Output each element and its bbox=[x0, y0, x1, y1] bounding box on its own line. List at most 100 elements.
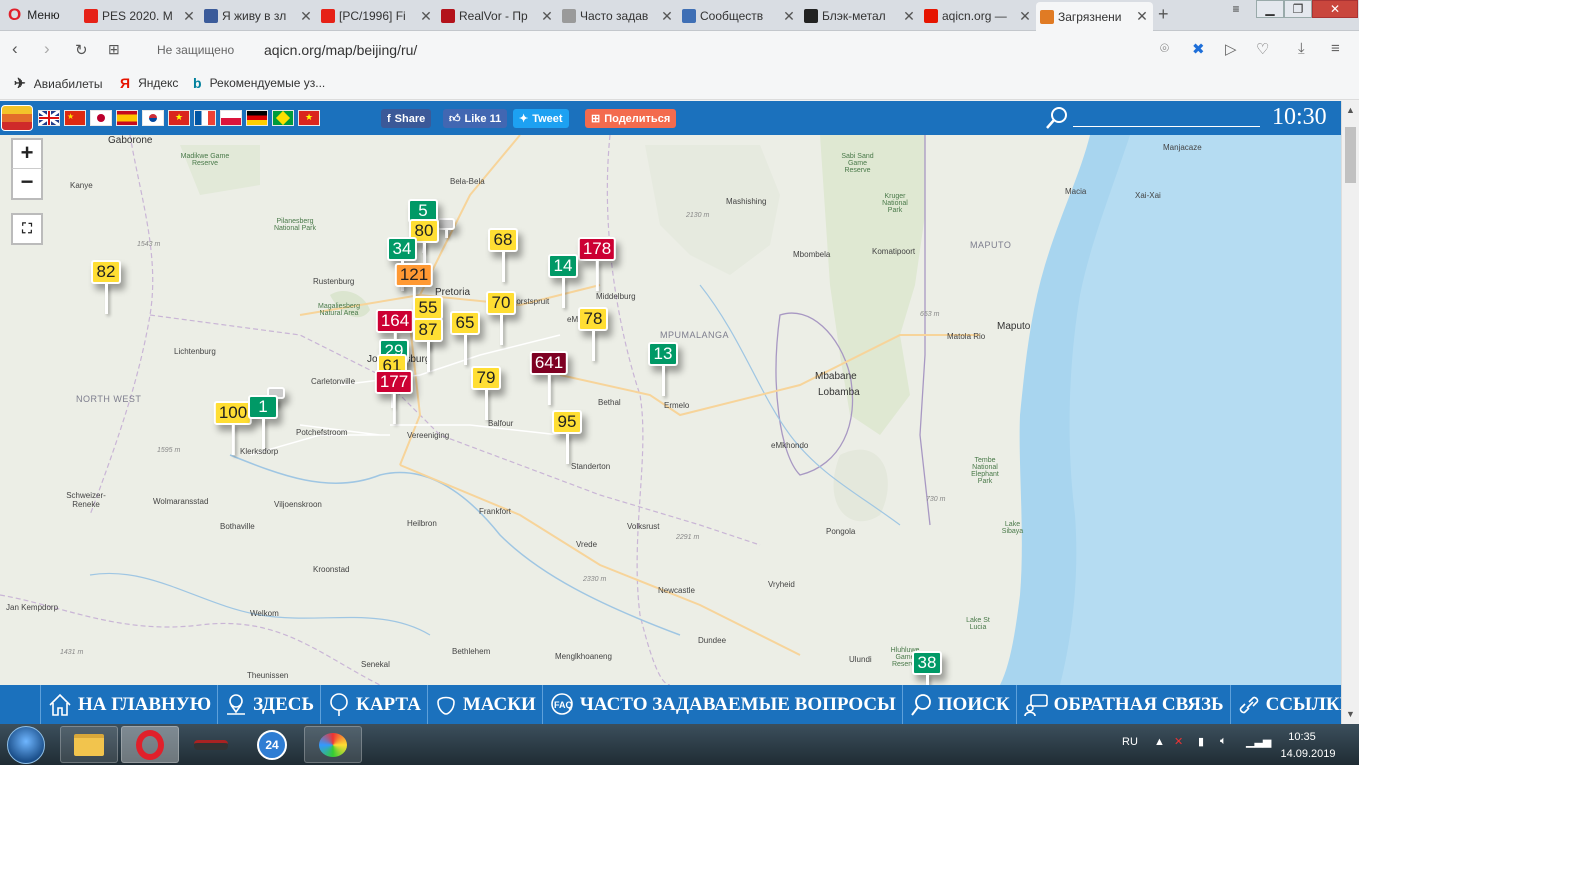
aqi-station-marker[interactable]: 87 bbox=[413, 318, 443, 372]
url-field[interactable]: aqicn.org/map/beijing/ru/ bbox=[264, 42, 417, 58]
aqi-station-marker[interactable]: 70 bbox=[486, 291, 516, 345]
taskbar-date[interactable]: 14.09.2019 bbox=[1278, 748, 1338, 760]
volume-icon[interactable]: 🔈︎ bbox=[1220, 735, 1227, 748]
bookmark-recommended[interactable]: b Рекомендуемые уз... bbox=[193, 75, 325, 91]
scroll-thumb[interactable] bbox=[1345, 127, 1356, 183]
flag-korea-icon[interactable] bbox=[142, 110, 164, 126]
start-button[interactable] bbox=[7, 726, 45, 764]
browser-tab[interactable]: [PC/1996] Fi ✕ bbox=[317, 2, 437, 30]
close-tab-icon[interactable]: ✕ bbox=[182, 8, 196, 25]
browser-tab[interactable]: Сообществ ✕ bbox=[678, 2, 800, 30]
aqi-station-marker[interactable]: 1 bbox=[248, 395, 278, 449]
aqicn-logo[interactable] bbox=[1, 105, 33, 131]
close-tab-icon[interactable]: ✕ bbox=[540, 8, 554, 25]
flag-france-icon[interactable] bbox=[194, 110, 216, 126]
nav-home[interactable]: НА ГЛАВНУЮ bbox=[40, 685, 217, 724]
minimize-button[interactable]: ▁ bbox=[1256, 0, 1284, 18]
flag-china-icon[interactable]: ★ bbox=[64, 110, 86, 126]
new-tab-icon[interactable]: + bbox=[1158, 4, 1169, 25]
vpn-icon[interactable]: ✖ bbox=[1192, 40, 1205, 58]
opera-taskbar-button[interactable] bbox=[121, 726, 179, 763]
search-input[interactable] bbox=[1073, 126, 1260, 127]
browser-tab[interactable]: aqicn.org — ✕ bbox=[920, 2, 1036, 30]
opera-menu-button[interactable]: O Меню bbox=[0, 0, 72, 30]
aqi-station-marker[interactable]: 100 bbox=[213, 401, 253, 455]
camera-icon[interactable]: ⌾ bbox=[1160, 40, 1169, 57]
language-indicator[interactable]: RU bbox=[1122, 736, 1138, 748]
clock24-taskbar-button[interactable]: 24 bbox=[243, 726, 301, 763]
page-scrollbar[interactable]: ▲ ▼ bbox=[1341, 101, 1359, 724]
zoom-out-button[interactable]: − bbox=[11, 169, 43, 200]
security-status[interactable]: Не защищено bbox=[157, 43, 234, 57]
scroll-up-icon[interactable]: ▲ bbox=[1346, 105, 1355, 115]
aqi-station-marker[interactable]: 641 bbox=[529, 351, 569, 405]
nav-masks[interactable]: МАСКИ bbox=[426, 685, 542, 724]
zoom-in-button[interactable]: + bbox=[11, 138, 43, 169]
tab-menu-icon[interactable]: ≡ bbox=[1222, 0, 1250, 18]
facebook-share-button[interactable]: f Share bbox=[381, 109, 432, 128]
aqi-station-marker-nodata[interactable] bbox=[437, 218, 455, 238]
browser-tab[interactable]: Часто задав ✕ bbox=[558, 2, 678, 30]
close-tab-icon[interactable]: ✕ bbox=[299, 8, 313, 25]
paint-taskbar-button[interactable] bbox=[304, 726, 362, 763]
maximize-button[interactable]: ❐ bbox=[1284, 0, 1312, 18]
aqi-station-marker[interactable]: 13 bbox=[648, 342, 678, 396]
network-warning-icon[interactable]: ✕ bbox=[1174, 735, 1183, 748]
facebook-like-button[interactable]: 👍︎ Like 11 bbox=[443, 109, 508, 128]
close-tab-icon[interactable]: ✕ bbox=[660, 8, 674, 25]
signal-icon[interactable]: ▁▃▅ bbox=[1246, 735, 1271, 748]
close-tab-icon[interactable]: ✕ bbox=[782, 8, 796, 25]
game-taskbar-button[interactable] bbox=[182, 726, 240, 763]
tweet-button[interactable]: ✦ Tweet bbox=[513, 109, 569, 128]
browser-tab[interactable]: Загрязнени ✕ bbox=[1036, 2, 1153, 31]
flag-japan-icon[interactable] bbox=[90, 110, 112, 126]
aqi-station-marker[interactable]: 79 bbox=[471, 366, 501, 420]
show-hidden-icons-icon[interactable]: ▲ bbox=[1154, 736, 1165, 748]
speed-dial-icon[interactable]: ⊞ bbox=[108, 41, 120, 58]
aqi-station-marker[interactable]: 68 bbox=[488, 228, 518, 282]
aqi-station-marker[interactable]: 82 bbox=[91, 260, 121, 314]
flag-poland-icon[interactable] bbox=[220, 110, 242, 126]
scroll-down-icon[interactable]: ▼ bbox=[1346, 709, 1355, 719]
bookmark-flights[interactable]: ✈ Авиабилеты bbox=[14, 75, 102, 92]
aqi-station-marker[interactable]: 177 bbox=[374, 370, 414, 424]
send-icon[interactable]: ▷ bbox=[1225, 40, 1237, 58]
flag-spain-icon[interactable] bbox=[116, 110, 138, 126]
browser-tab[interactable]: Блэк-метал ✕ bbox=[800, 2, 920, 30]
flag-brazil-icon[interactable] bbox=[272, 110, 294, 126]
battery-icon[interactable]: ▮ bbox=[1198, 735, 1204, 748]
easy-setup-icon[interactable]: ≡ bbox=[1331, 40, 1340, 57]
browser-tab[interactable]: PES 2020. M ✕ bbox=[80, 2, 200, 30]
nav-faq[interactable]: FAQ ЧАСТО ЗАДАВАЕМЫЕ ВОПРОСЫ bbox=[541, 685, 902, 724]
reload-icon[interactable]: ↻ bbox=[75, 41, 88, 59]
explorer-taskbar-button[interactable] bbox=[60, 726, 118, 763]
flag-vietnam-icon[interactable]: ★ bbox=[168, 110, 190, 126]
flag-germany-icon[interactable] bbox=[246, 110, 268, 126]
close-tab-icon[interactable]: ✕ bbox=[1018, 8, 1032, 25]
taskbar-time[interactable]: 10:35 bbox=[1272, 731, 1332, 743]
aqi-station-marker[interactable]: 178 bbox=[577, 237, 617, 291]
flag-vietnam-alt-icon[interactable]: ★ bbox=[298, 110, 320, 126]
nav-search[interactable]: ПОИСК bbox=[901, 685, 1016, 724]
aqi-station-marker[interactable]: 95 bbox=[552, 410, 582, 464]
bookmark-yandex[interactable]: Я Яндекс bbox=[120, 75, 178, 91]
heart-icon[interactable]: ♡ bbox=[1256, 40, 1269, 58]
aqi-station-marker[interactable]: 38 bbox=[912, 651, 942, 685]
flag-uk-icon[interactable] bbox=[38, 109, 60, 127]
aqi-station-marker[interactable]: 78 bbox=[578, 307, 608, 361]
close-window-button[interactable]: ✕ bbox=[1312, 0, 1358, 18]
aqi-map[interactable]: Gaborone Kanye Madikwe Game Reserve Pila… bbox=[0, 135, 1341, 685]
download-icon[interactable]: ⤓ bbox=[1298, 40, 1305, 57]
close-tab-icon[interactable]: ✕ bbox=[902, 8, 916, 25]
close-tab-icon[interactable]: ✕ bbox=[1135, 8, 1149, 25]
nav-links[interactable]: ССЫЛКИ bbox=[1229, 685, 1359, 724]
forward-icon[interactable]: › bbox=[44, 39, 50, 59]
share-ru-button[interactable]: ⊞ Поделиться bbox=[585, 109, 677, 128]
close-tab-icon[interactable]: ✕ bbox=[419, 8, 433, 25]
aqi-station-marker[interactable]: 65 bbox=[450, 311, 480, 365]
aqi-station-marker[interactable]: 14 bbox=[548, 254, 578, 308]
fullscreen-icon[interactable]: ⛶ bbox=[11, 213, 43, 245]
nav-here[interactable]: ЗДЕСЬ bbox=[217, 685, 320, 724]
browser-tab[interactable]: RealVor - Пр ✕ bbox=[437, 2, 558, 30]
nav-feedback[interactable]: ОБРАТНАЯ СВЯЗЬ bbox=[1015, 685, 1230, 724]
